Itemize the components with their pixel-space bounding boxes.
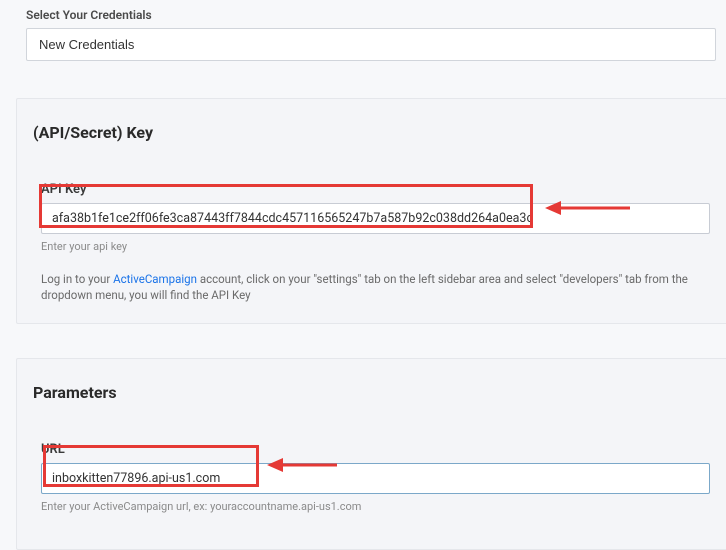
api-key-input[interactable] (41, 203, 710, 234)
parameters-title: Parameters (33, 383, 710, 402)
activecampaign-link[interactable]: ActiveCampaign (113, 272, 197, 286)
api-help-text: Log in to your ActiveCampaign account, c… (41, 271, 710, 303)
parameters-section: Parameters URL Enter your ActiveCampaign… (16, 358, 726, 550)
credentials-label: Select Your Credentials (26, 8, 716, 22)
credentials-section: Select Your Credentials (16, 0, 726, 72)
url-label: URL (41, 442, 710, 457)
url-field: URL Enter your ActiveCampaign url, ex: y… (41, 442, 710, 513)
api-key-hint: Enter your api key (41, 240, 710, 253)
api-section-title: (API/Secret) Key (33, 123, 710, 142)
api-key-field: API Key Enter your api key (41, 182, 710, 253)
api-key-label: API Key (41, 182, 710, 197)
url-input[interactable] (41, 463, 710, 494)
credentials-select[interactable] (26, 28, 716, 61)
api-key-section: (API/Secret) Key API Key Enter your api … (16, 98, 726, 324)
help-prefix: Log in to your (41, 272, 113, 286)
url-hint: Enter your ActiveCampaign url, ex: youra… (41, 500, 710, 513)
